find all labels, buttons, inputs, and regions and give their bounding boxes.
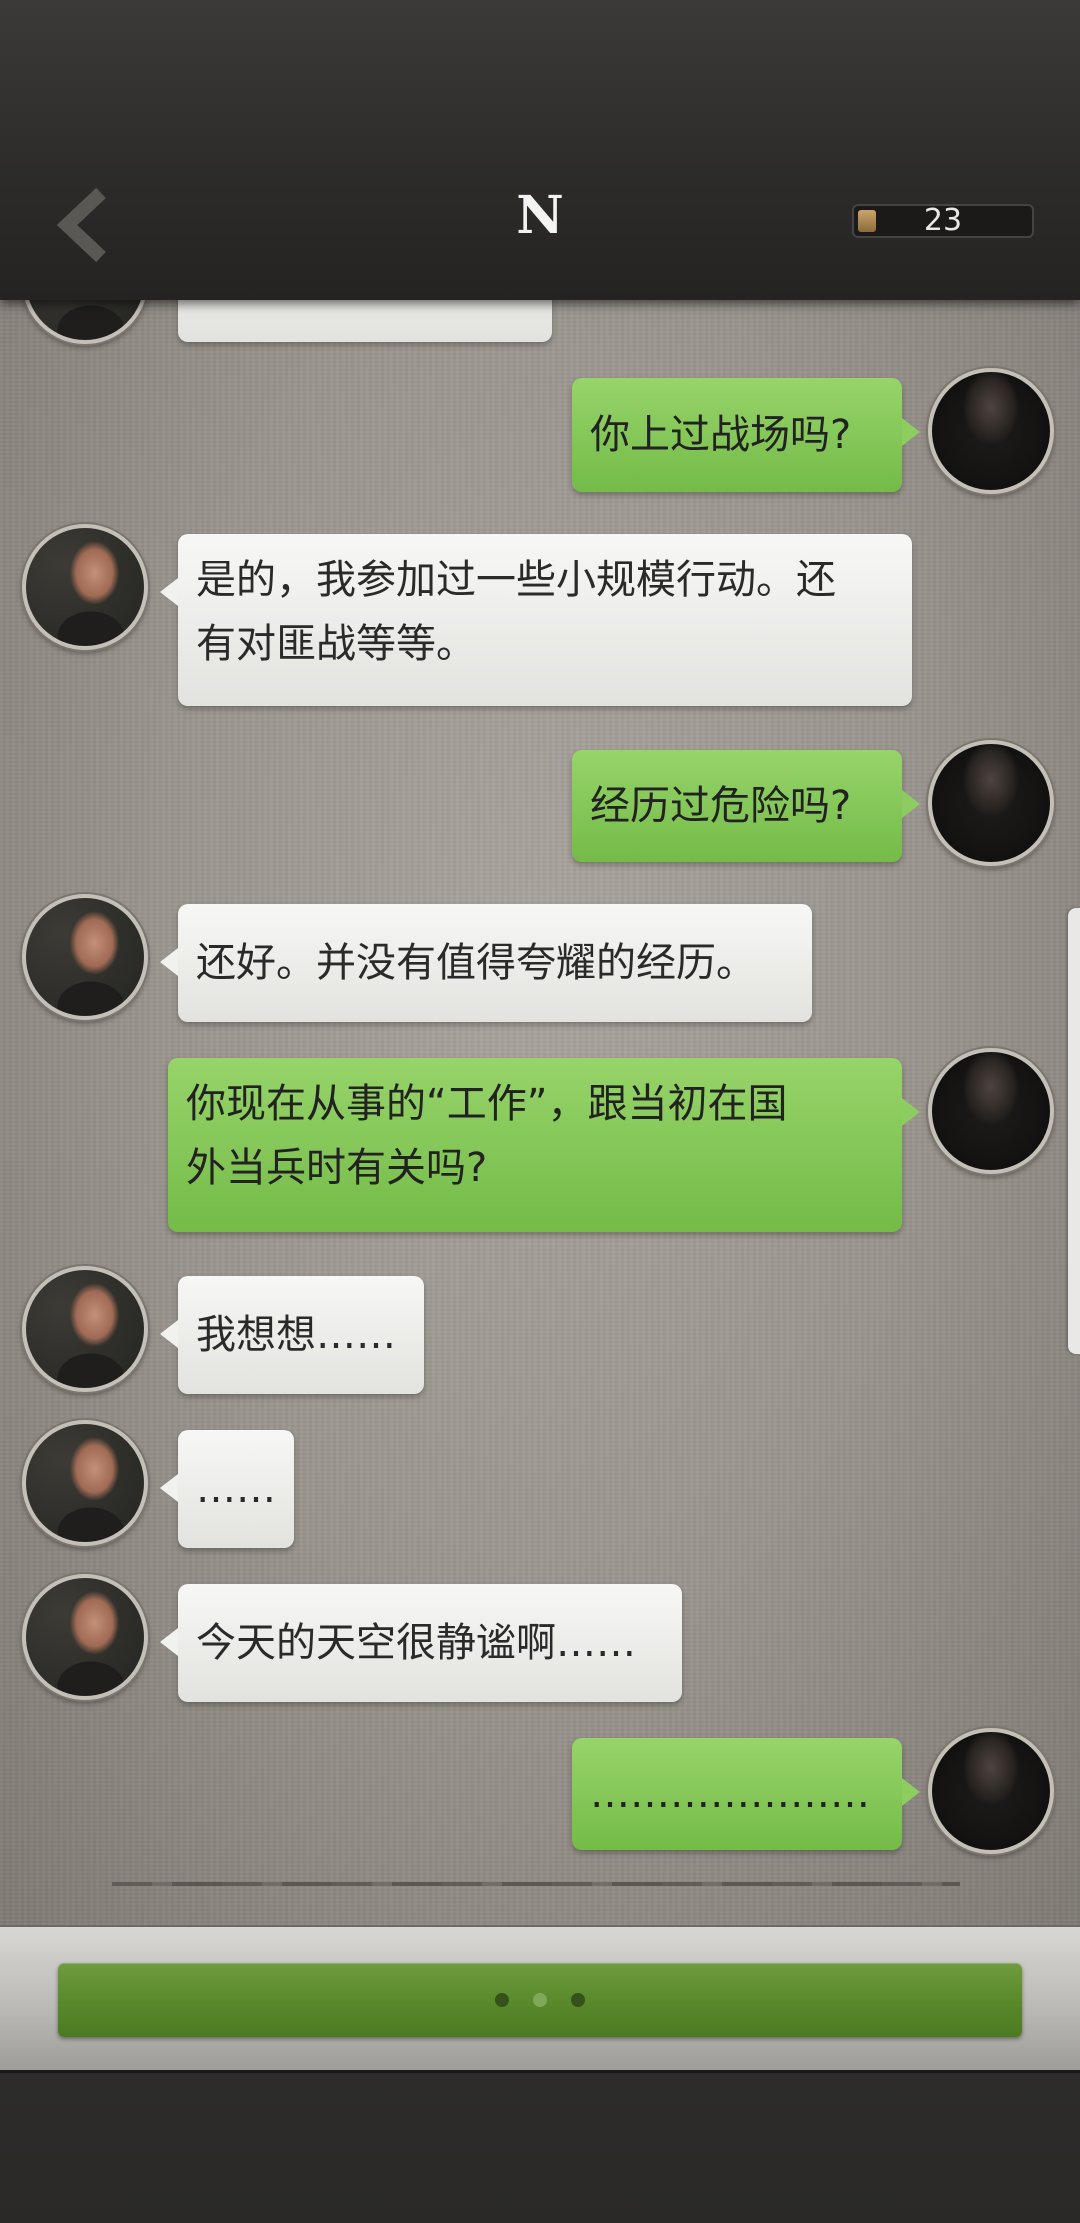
message-text: 今天的天空很静谧啊……: [196, 1620, 636, 1666]
player-avatar: [928, 1728, 1054, 1854]
message-text: 你上过战场吗?: [590, 412, 852, 458]
npc-avatar: [22, 1574, 148, 1700]
message-bubble-npc: 我想想……: [160, 1276, 424, 1394]
reply-bar: [0, 1925, 1080, 2072]
message-bubble-npc: ……: [160, 1430, 294, 1548]
npc-avatar: [22, 524, 148, 650]
npc-avatar: [22, 894, 148, 1020]
message-bubble-npc: 还好。并没有值得夸耀的经历。: [160, 904, 812, 1022]
top-bar: N 23: [0, 0, 1080, 300]
chat-divider: [112, 1882, 960, 1886]
counter-value: 23: [923, 203, 963, 238]
message-text: ……: [196, 1466, 276, 1512]
message-text: 我想想……: [196, 1312, 396, 1358]
message-bubble-me: 经历过危险吗?: [572, 750, 920, 862]
counter-badge: 23: [852, 204, 1034, 238]
scrollbar-handle[interactable]: [1068, 908, 1080, 1354]
message-bubble-me: 你上过战场吗?: [572, 378, 920, 492]
message-bubble-npc: 今天的天空很静谧啊……: [160, 1584, 682, 1702]
message-text: …………………: [590, 1771, 870, 1817]
reply-button[interactable]: [58, 1963, 1022, 2037]
player-avatar: [928, 368, 1054, 494]
message-bubble-me: 你现在从事的“工作”，跟当初在国 外当兵时有关吗?: [168, 1058, 920, 1232]
player-avatar: [928, 740, 1054, 866]
message-text: 还好。并没有值得夸耀的经历。: [196, 940, 756, 986]
player-avatar: [928, 1048, 1054, 1174]
message-bubble-me: …………………: [572, 1738, 920, 1850]
footer-bar: [0, 2070, 1080, 2223]
chat-area[interactable]: 你上过战场吗? 是的，我参加过一些小规模行动。还 有对匪战等等。 经历过危险吗?…: [0, 300, 1080, 1925]
dot: [495, 1993, 509, 2007]
message-text: 是的，我参加过一些小规模行动。还 有对匪战等等。: [196, 557, 836, 667]
npc-avatar: [22, 300, 148, 344]
npc-avatar: [22, 1266, 148, 1392]
npc-avatar: [22, 1420, 148, 1546]
dot: [533, 1993, 547, 2007]
message-bubble-npc: 是的，我参加过一些小规模行动。还 有对匪战等等。: [160, 534, 912, 706]
message-text: 你现在从事的“工作”，跟当初在国 外当兵时有关吗?: [186, 1081, 788, 1191]
dot: [571, 1993, 585, 2007]
typing-dots-icon: [58, 1963, 1022, 2037]
message-text: 经历过危险吗?: [590, 783, 852, 829]
message-bubble-partial: [178, 300, 552, 342]
